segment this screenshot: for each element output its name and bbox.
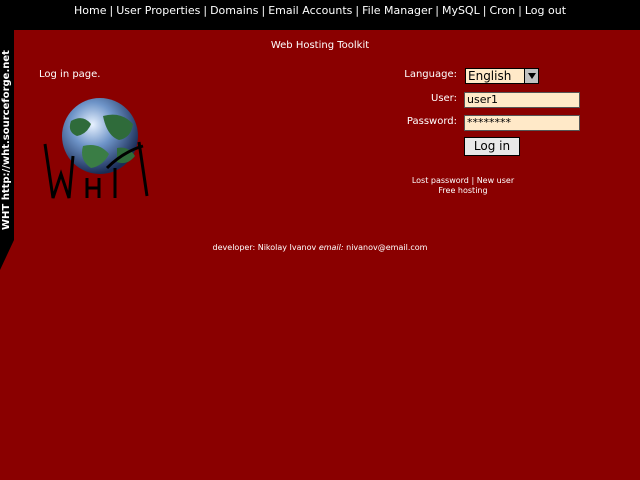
developer-text: developer: Nikolay Ivanov xyxy=(212,243,317,252)
wht-logo xyxy=(43,98,149,199)
nav-separator: | xyxy=(261,4,266,17)
email-label: email: xyxy=(318,243,344,252)
chevron-down-icon[interactable] xyxy=(524,69,538,83)
account-links: Lost password | New user Free hosting xyxy=(400,176,526,196)
nav-home[interactable]: Home xyxy=(74,4,106,17)
lost-password-link[interactable]: Lost password xyxy=(412,176,469,185)
password-label: Password: xyxy=(406,116,457,127)
free-hosting-link[interactable]: Free hosting xyxy=(438,186,487,195)
nav-separator: | xyxy=(518,4,522,17)
new-user-link[interactable]: New user xyxy=(477,176,514,185)
footer: developer: Nikolay Ivanov email: nivanov… xyxy=(0,243,640,252)
intro-text: Log in page. xyxy=(39,69,101,80)
nav-file-manager[interactable]: File Manager xyxy=(362,4,432,17)
sidebar-url-text: WHT http://wht.sourceforge.net xyxy=(1,50,12,230)
login-button[interactable]: Log in xyxy=(464,137,520,156)
language-label: Language: xyxy=(404,69,457,80)
nav-email-accounts[interactable]: Email Accounts xyxy=(268,4,352,17)
nav-separator: | xyxy=(203,4,208,17)
nav-domains[interactable]: Domains xyxy=(210,4,258,17)
nav-separator: | xyxy=(435,4,439,17)
nav-log-out[interactable]: Log out xyxy=(525,4,566,17)
password-input[interactable]: ******** xyxy=(464,115,580,131)
email-value: nivanov@email.com xyxy=(346,243,428,252)
user-input[interactable]: user1 xyxy=(464,92,580,108)
nav-separator: | xyxy=(109,4,114,17)
nav-cron[interactable]: Cron xyxy=(489,4,515,17)
main-nav: Home | User Properties | Domains | Email Accou… xyxy=(0,4,640,18)
nav-separator: | xyxy=(482,4,487,17)
language-select[interactable]: English xyxy=(465,68,539,84)
page-title: Web Hosting Toolkit xyxy=(270,40,370,51)
nav-mysql[interactable]: MySQL xyxy=(442,4,480,17)
language-value: English xyxy=(468,69,512,83)
link-separator: | xyxy=(471,176,475,185)
nav-separator: | xyxy=(355,4,360,17)
user-label: User: xyxy=(431,93,457,104)
nav-user-properties[interactable]: User Properties xyxy=(116,4,200,17)
